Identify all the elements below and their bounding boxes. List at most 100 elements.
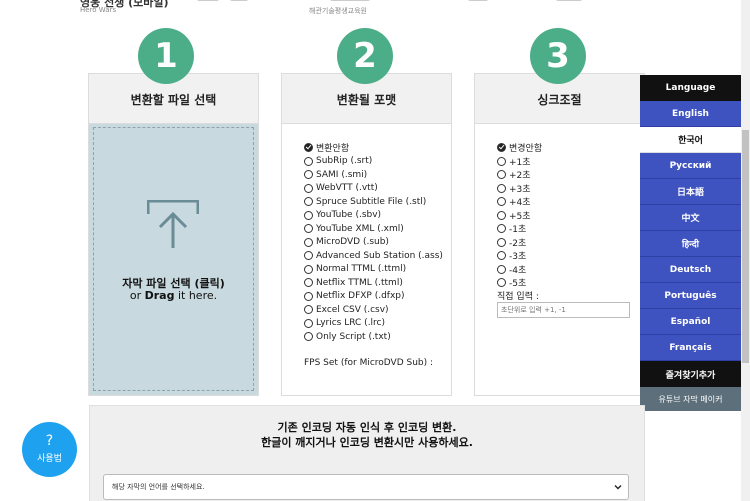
- radio-icon[interactable]: [497, 224, 506, 234]
- radio-icon[interactable]: [497, 278, 506, 288]
- radio-icon[interactable]: [304, 156, 313, 166]
- format-option[interactable]: YouTube (.sbv): [304, 209, 443, 223]
- sync-option[interactable]: +4초: [497, 195, 542, 209]
- language-option[interactable]: 한국어: [640, 127, 741, 153]
- format-option[interactable]: Netflix DFXP (.dfxp): [304, 290, 443, 304]
- format-option[interactable]: SAMI (.smi): [304, 168, 443, 182]
- step-2-badge: 2: [337, 28, 393, 84]
- file-select-panel: 변환할 파일 선택 자막 파일 선택 (클릭) or Drag it here.: [88, 73, 259, 396]
- page-scrollbar[interactable]: [741, 0, 750, 501]
- format-option-label: Netflix TTML (.ttml): [316, 277, 403, 288]
- sync-option[interactable]: +1초: [497, 155, 542, 169]
- subtitle-language-select[interactable]: 해당 자막의 언어를 선택하세요.: [103, 474, 629, 500]
- top-ad-fragment: [556, 0, 582, 1]
- top-ad-strip[interactable]: 영웅 전쟁 (모바일) Hero Wars 해관기술평생교육원: [0, 0, 750, 20]
- encoding-info-line1: 기존 인코딩 자동 인식 후 인코딩 변환.: [277, 421, 457, 434]
- language-option[interactable]: Español: [640, 309, 741, 335]
- sync-option-label: +1초: [509, 157, 531, 168]
- format-option[interactable]: YouTube XML (.xml): [304, 222, 443, 236]
- language-option[interactable]: 中文: [640, 205, 741, 231]
- sync-option[interactable]: -3초: [497, 249, 542, 263]
- top-ad-subtitle-center: 해관기술평생교육원: [309, 7, 367, 15]
- format-option[interactable]: Advanced Sub Station (.ass): [304, 249, 443, 263]
- format-option[interactable]: Excel CSV (.csv): [304, 303, 443, 317]
- sync-option[interactable]: -4초: [497, 263, 542, 277]
- sync-option[interactable]: 변경안함: [497, 141, 542, 155]
- radio-icon[interactable]: [304, 197, 313, 207]
- step-1-badge: 1: [138, 28, 194, 84]
- format-option-label: Lyrics LRC (.lrc): [316, 318, 386, 329]
- radio-icon[interactable]: [304, 210, 313, 220]
- sync-option[interactable]: +2초: [497, 168, 542, 182]
- format-option-label: Only Script (.txt): [316, 331, 391, 342]
- format-option[interactable]: Netflix TTML (.ttml): [304, 276, 443, 290]
- radio-icon[interactable]: [304, 224, 313, 234]
- radio-icon[interactable]: [304, 278, 313, 288]
- help-button[interactable]: ? 사용법: [22, 422, 77, 477]
- sync-option-label: +2초: [509, 171, 531, 182]
- format-option[interactable]: Spruce Subtitle File (.stl): [304, 195, 443, 209]
- radio-icon[interactable]: [304, 264, 313, 274]
- sync-option[interactable]: -1초: [497, 222, 542, 236]
- format-option-label: Netflix DFXP (.dfxp): [316, 291, 405, 302]
- bookmark-button[interactable]: 즐겨찾기추가: [640, 361, 741, 387]
- radio-icon[interactable]: [497, 264, 506, 274]
- format-option[interactable]: MicroDVD (.sub): [304, 236, 443, 250]
- format-option-label: Spruce Subtitle File (.stl): [316, 196, 427, 207]
- radio-icon[interactable]: [497, 156, 506, 166]
- language-option[interactable]: Français: [640, 335, 741, 361]
- direct-input-label: 직접 입력 :: [497, 292, 539, 302]
- radio-icon[interactable]: [497, 183, 506, 193]
- radio-icon[interactable]: [304, 251, 313, 261]
- radio-checked-icon[interactable]: [497, 143, 506, 153]
- radio-icon[interactable]: [304, 170, 313, 180]
- format-option[interactable]: Lyrics LRC (.lrc): [304, 317, 443, 331]
- format-panel: 변환될 포맷 변환안함 SubRip (.srt) SAMI (.smi) WebVT…: [281, 73, 452, 396]
- direct-input-field[interactable]: [497, 302, 630, 318]
- question-icon: ?: [45, 433, 54, 449]
- format-option-label: YouTube XML (.xml): [316, 223, 404, 234]
- fps-label: FPS Set (for MicroDVD Sub) :: [304, 358, 434, 368]
- radio-icon[interactable]: [304, 183, 313, 193]
- language-option[interactable]: Русский: [640, 153, 741, 179]
- sync-panel: 싱크조절 변경안함 +1초 +2초 +3초 +4초 +5초 -1초 -2초 -3초 -4초 -5초 …: [474, 73, 645, 396]
- language-option[interactable]: 日本語: [640, 179, 741, 205]
- format-option[interactable]: Only Script (.txt): [304, 330, 443, 344]
- radio-checked-icon[interactable]: [304, 143, 313, 153]
- language-list: English 한국어 Русский 日本語 中文 हिन्दी Deutsch Portu…: [640, 101, 741, 361]
- youtube-subtitle-maker-link[interactable]: 유튜브 자막 메이커: [640, 387, 741, 411]
- sync-option[interactable]: -2초: [497, 236, 542, 250]
- format-option[interactable]: SubRip (.srt): [304, 155, 443, 169]
- radio-icon[interactable]: [497, 170, 506, 180]
- radio-icon[interactable]: [497, 210, 506, 220]
- radio-icon[interactable]: [304, 332, 313, 342]
- top-ad-fragment: [197, 0, 219, 1]
- language-option[interactable]: English: [640, 101, 741, 127]
- language-option[interactable]: Português: [640, 283, 741, 309]
- file-drop-zone[interactable]: 자막 파일 선택 (클릭) or Drag it here.: [89, 124, 258, 395]
- radio-icon[interactable]: [497, 251, 506, 261]
- chevron-down-icon: [614, 485, 622, 490]
- radio-icon[interactable]: [304, 318, 313, 328]
- format-option-label: SubRip (.srt): [316, 156, 373, 167]
- sync-option-label: -5초: [509, 279, 527, 290]
- sync-option[interactable]: +5초: [497, 209, 542, 223]
- radio-icon[interactable]: [304, 237, 313, 247]
- encoding-info-line2: 한글이 깨지거나 인코딩 변환시만 사용하세요.: [261, 436, 473, 449]
- format-option-label: YouTube (.sbv): [316, 210, 382, 221]
- radio-icon[interactable]: [497, 197, 506, 207]
- language-option[interactable]: Deutsch: [640, 257, 741, 283]
- format-option-label: MicroDVD (.sub): [316, 237, 389, 248]
- format-option[interactable]: 변환안함: [304, 141, 443, 155]
- scrollbar-thumb[interactable]: [742, 130, 749, 363]
- radio-icon[interactable]: [304, 305, 313, 315]
- language-option[interactable]: हिन्दी: [640, 231, 741, 257]
- sync-option[interactable]: -5초: [497, 276, 542, 290]
- format-option-label: 변환안함: [316, 144, 350, 155]
- format-option[interactable]: WebVTT (.vtt): [304, 182, 443, 196]
- radio-icon[interactable]: [304, 291, 313, 301]
- radio-icon[interactable]: [497, 237, 506, 247]
- top-ad-fragment: [468, 0, 488, 1]
- sync-option[interactable]: +3초: [497, 182, 542, 196]
- format-option[interactable]: Normal TTML (.ttml): [304, 263, 443, 277]
